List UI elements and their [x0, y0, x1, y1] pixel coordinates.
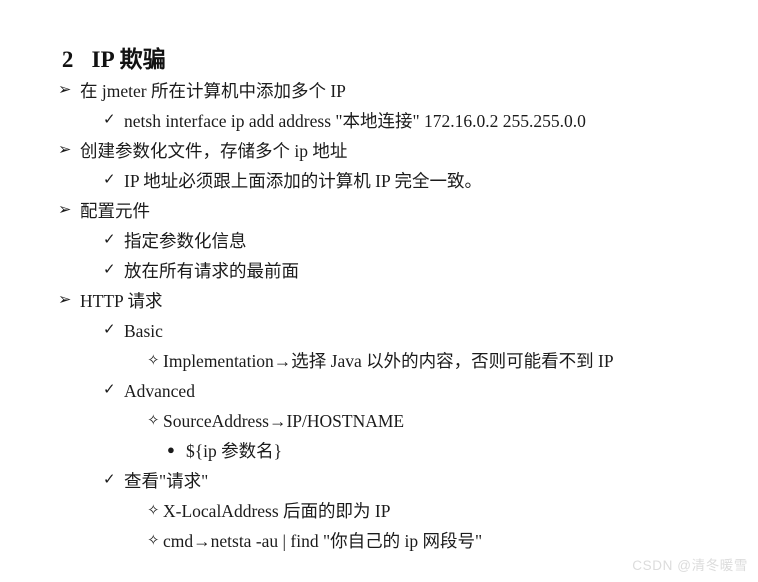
outline-item: ✧ X-LocalAddress 后面的即为 IP [0, 496, 758, 526]
bullet-marker-level2-icon: ✓ [103, 262, 116, 278]
outline-item-text: SourceAddress→IP/HOSTNAME [163, 411, 405, 431]
bullet-marker-level3-icon: ✧ [147, 353, 160, 369]
outline-item-text: 放在所有请求的最前面 [124, 261, 299, 281]
outline-item-text: HTTP 请求 [80, 291, 163, 311]
outline-item-text: Advanced [124, 381, 195, 401]
outline-item-text: 创建参数化文件，存储多个 ip 地址 [80, 141, 348, 161]
outline-item: ✓ Basic [0, 316, 758, 346]
bullet-marker-level3-icon: ✧ [147, 413, 160, 429]
bullet-marker-level2-icon: ✓ [103, 112, 116, 128]
outline-item-text: X-LocalAddress 后面的即为 IP [163, 501, 391, 521]
outline-item-text: 配置元件 [80, 201, 150, 221]
outline-item-text: IP 地址必须跟上面添加的计算机 IP 完全一致。 [124, 171, 482, 191]
outline-list: ➢ 在 jmeter 所在计算机中添加多个 IP ✓ netsh interface … [0, 76, 758, 556]
bullet-marker-level1-icon: ➢ [58, 291, 72, 309]
outline-item: ✧ cmd→netsta -au | find "你自己的 ip 网段号" [0, 526, 758, 556]
outline-item: ➢ 配置元件 [0, 196, 758, 226]
bullet-marker-level1-icon: ➢ [58, 81, 72, 99]
outline-item-text: netsh interface ip add address "本地连接" 17… [124, 111, 586, 131]
outline-item: ✓ IP 地址必须跟上面添加的计算机 IP 完全一致。 [0, 166, 758, 196]
bullet-marker-level2-icon: ✓ [103, 382, 116, 398]
title-number: 2 [61, 47, 74, 72]
outline-item: ➢ HTTP 请求 [0, 286, 758, 316]
outline-item: ✓ netsh interface ip add address "本地连接" 1… [0, 106, 758, 136]
outline-item: ✓ 放在所有请求的最前面 [0, 256, 758, 286]
outline-item-text: Basic [124, 321, 163, 341]
outline-item: ✓ 查看"请求" [0, 466, 758, 496]
outline-item: ➢ 在 jmeter 所在计算机中添加多个 IP [0, 76, 758, 106]
outline-item-text: 指定参数化信息 [124, 231, 247, 251]
outline-item-text: ${ip 参数名} [186, 441, 283, 461]
outline-item-text: 在 jmeter 所在计算机中添加多个 IP [80, 81, 346, 101]
slide-canvas: 2 IP 欺骗 ➢ 在 jmeter 所在计算机中添加多个 IP ✓ netsh int… [0, 0, 758, 582]
bullet-marker-level2-icon: ✓ [103, 232, 116, 248]
outline-item-text: Implementation→选择 Java 以外的内容，否则可能看不到 IP [163, 351, 614, 371]
outline-item-text: 查看"请求" [124, 471, 209, 491]
outline-item: ● ${ip 参数名} [0, 436, 758, 466]
outline-item: ✓ 指定参数化信息 [0, 226, 758, 256]
watermark: CSDN @清冬暖雪 [632, 558, 748, 573]
bullet-marker-level4-icon: ● [167, 442, 175, 457]
outline-item-text: cmd→netsta -au | find "你自己的 ip 网段号" [163, 531, 483, 551]
outline-item: ➢ 创建参数化文件，存储多个 ip 地址 [0, 136, 758, 166]
bullet-marker-level2-icon: ✓ [103, 322, 116, 338]
outline-item: ✧ SourceAddress→IP/HOSTNAME [0, 406, 758, 436]
bullet-marker-level3-icon: ✧ [147, 533, 160, 549]
bullet-marker-level2-icon: ✓ [103, 472, 116, 488]
outline-item: ✧ Implementation→选择 Java 以外的内容，否则可能看不到 IP [0, 346, 758, 376]
title-text: IP 欺骗 [91, 47, 166, 72]
bullet-marker-level1-icon: ➢ [58, 201, 72, 219]
outline-item: ✓ Advanced [0, 376, 758, 406]
bullet-marker-level3-icon: ✧ [147, 503, 160, 519]
bullet-marker-level2-icon: ✓ [103, 172, 116, 188]
bullet-marker-level1-icon: ➢ [58, 141, 72, 159]
